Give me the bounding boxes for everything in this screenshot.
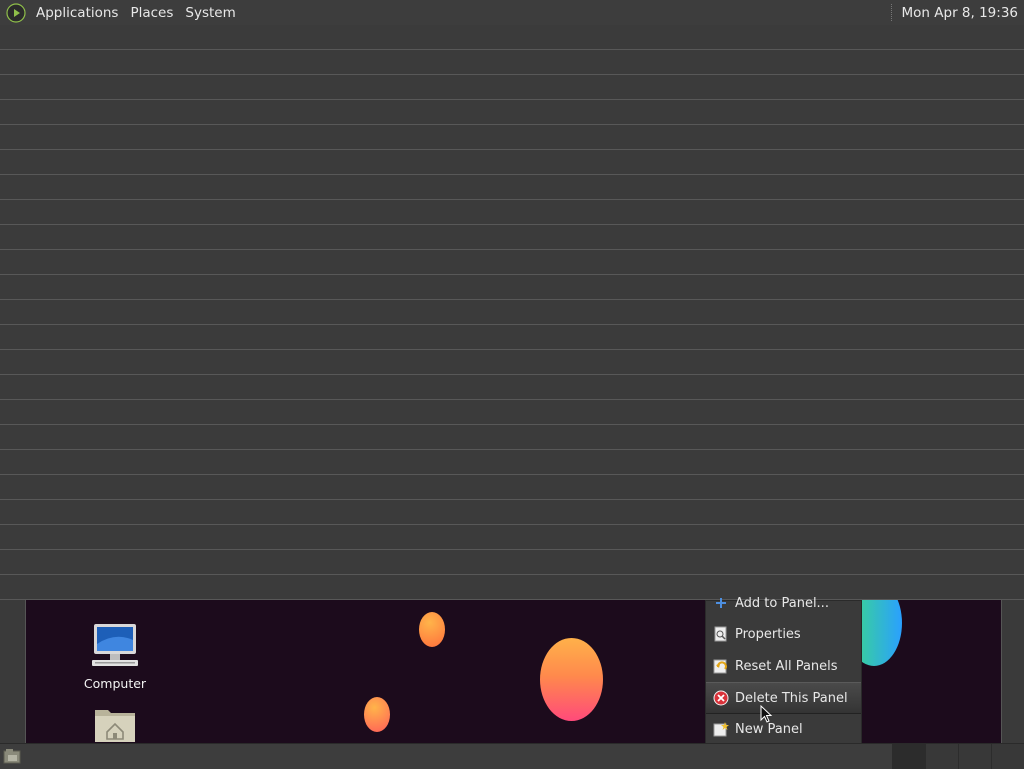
menu-item-label: Reset All Panels — [735, 658, 838, 674]
panel-context-menu: Add to Panel... Properties Reset All Pan… — [705, 596, 862, 745]
workspace-4[interactable] — [991, 744, 1024, 769]
top-panel-right: Mon Apr 8, 19:36 — [890, 0, 1024, 25]
desktop-icon-label: Computer — [83, 676, 147, 691]
new-panel-icon — [713, 721, 729, 737]
wallpaper-bubble — [364, 697, 390, 732]
vertical-panel-area[interactable] — [0, 25, 1024, 600]
add-icon — [713, 595, 729, 611]
menu-item-properties[interactable]: Properties — [706, 619, 861, 649]
panel-handle[interactable] — [890, 4, 894, 21]
workspace-switcher — [892, 744, 1024, 769]
menu-item-label: Properties — [735, 626, 801, 642]
menu-item-delete-this-panel[interactable]: Delete This Panel — [706, 682, 861, 714]
desktop-icon-computer[interactable]: Computer — [75, 622, 155, 691]
desktop-frame: Computer — [0, 600, 1024, 743]
properties-icon — [713, 626, 729, 642]
delete-icon — [713, 690, 729, 706]
places-menu[interactable]: Places — [124, 5, 179, 21]
top-panel: Applications Places System Mon Apr 8, 19… — [0, 0, 1024, 26]
bottom-panel — [0, 743, 1024, 769]
distro-logo-icon[interactable] — [6, 2, 26, 23]
home-folder-icon — [95, 710, 135, 742]
clock[interactable]: Mon Apr 8, 19:36 — [902, 5, 1024, 21]
menu-item-label: Add to Panel... — [735, 595, 829, 611]
computer-icon — [92, 624, 138, 666]
show-desktop-icon[interactable] — [3, 748, 21, 764]
mouse-cursor-icon — [760, 705, 773, 723]
wallpaper-bubble — [540, 638, 603, 721]
workspace-1[interactable] — [892, 744, 925, 769]
menu-item-new-panel[interactable]: New Panel — [706, 714, 861, 744]
menu-item-add-to-panel[interactable]: Add to Panel... — [706, 588, 861, 618]
workspace-3[interactable] — [958, 744, 991, 769]
wallpaper-bubble — [419, 612, 445, 647]
system-menu[interactable]: System — [179, 5, 241, 21]
menu-item-reset-all-panels[interactable]: Reset All Panels — [706, 651, 861, 681]
applications-menu[interactable]: Applications — [30, 5, 124, 21]
reset-icon — [713, 658, 729, 674]
menu-item-label: Delete This Panel — [735, 690, 848, 706]
workspace-2[interactable] — [925, 744, 958, 769]
desktop-icon-home[interactable] — [75, 704, 155, 743]
